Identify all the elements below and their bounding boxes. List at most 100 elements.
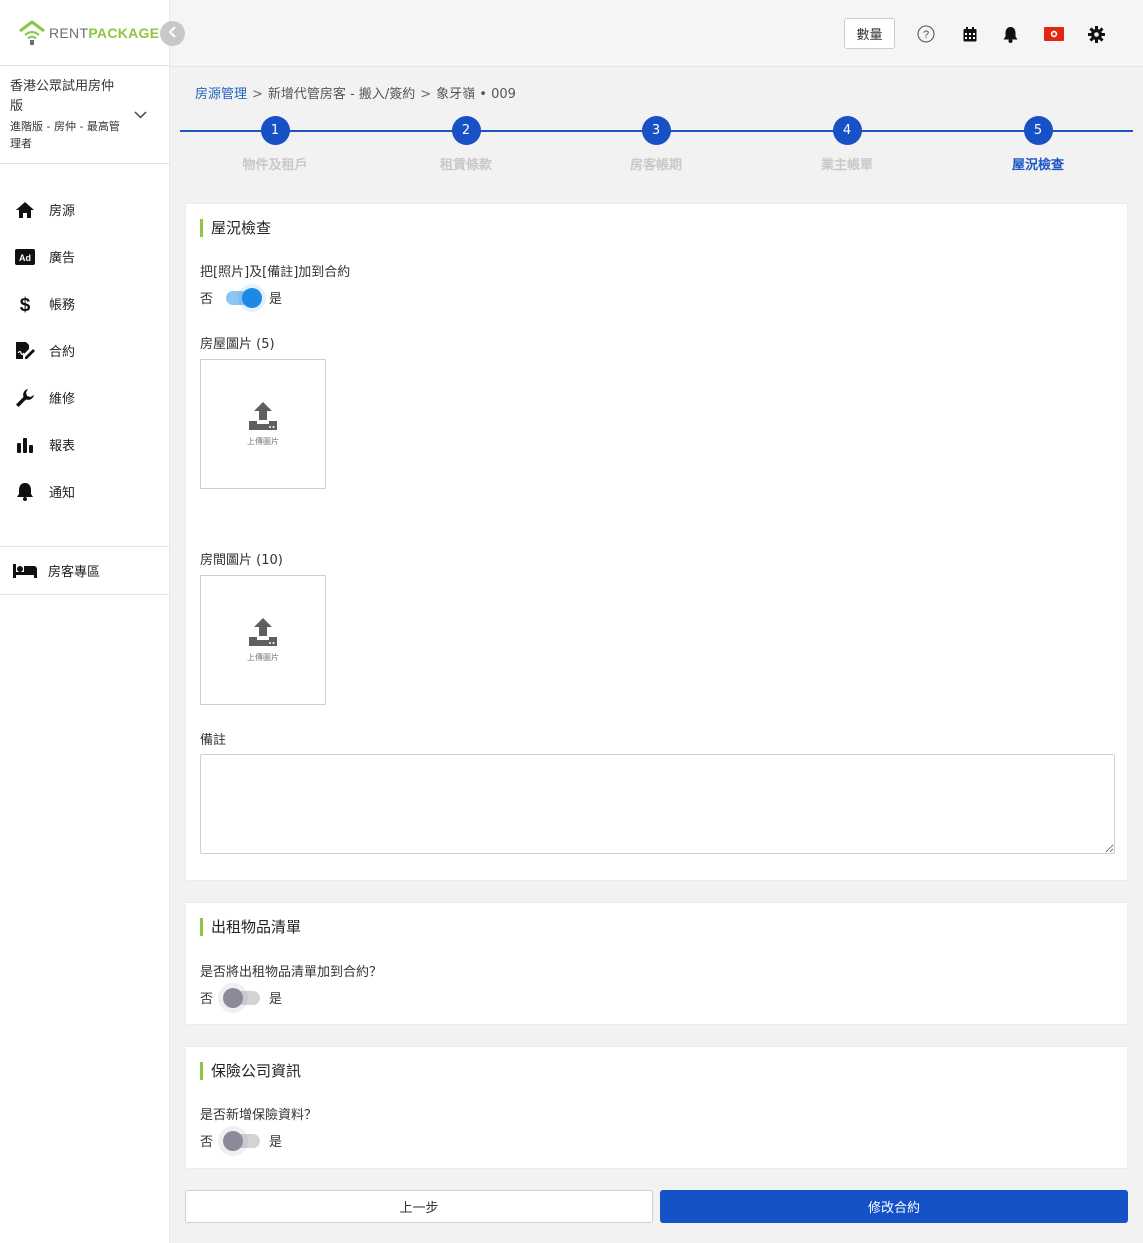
sidebar-item-label: 廣告	[49, 251, 76, 266]
toggle-yes-label: 是	[269, 992, 283, 1007]
toggle-knob	[223, 1130, 244, 1151]
breadcrumb-item: 新增代管房客 - 搬入/簽約	[267, 87, 416, 102]
home-icon	[14, 200, 36, 220]
card-title: 保險公司資訊	[200, 1062, 301, 1080]
org-name: 香港公眾試用房仲版	[10, 79, 115, 114]
toggle-yes-label: 是	[269, 292, 283, 307]
sidebar-item-reports[interactable]: 報表	[0, 421, 169, 468]
step-number: 3	[641, 116, 671, 145]
room-photos-label: 房間圖片 (10)	[200, 553, 283, 568]
rental-items-toggle-row: 否 是	[200, 987, 283, 1008]
insurance-card: 保險公司資訊 是否新增保險資料？ 否 是	[185, 1046, 1128, 1169]
rental-items-toggle[interactable]	[223, 987, 261, 1008]
flag-icon[interactable]	[1043, 24, 1065, 44]
progress-stepper: 1 物件及租戶 2 租賃條款 3 房客帳期 4 業主帳單 5 屋況檢查	[180, 116, 1133, 186]
step-number: 4	[832, 116, 862, 145]
sidebar-item-notifications[interactable]: 通知	[0, 468, 169, 515]
remarks-textarea[interactable]	[200, 754, 1115, 854]
svg-text:$: $	[20, 295, 31, 314]
svg-text:?: ?	[923, 29, 929, 41]
step-label: 租賃條款	[439, 158, 492, 173]
toggle-knob	[223, 987, 244, 1008]
breadcrumb-current: 象牙嶺 • 009	[436, 87, 516, 102]
step-label: 物件及租戶	[242, 158, 308, 173]
step-number: 5	[1023, 116, 1053, 145]
chevron-left-icon	[168, 25, 178, 42]
sidebar-item-label: 房客專區	[48, 565, 101, 580]
sidebar-item-label: 通知	[49, 486, 76, 501]
step-5[interactable]: 5 屋況檢查	[978, 116, 1098, 173]
chevron-down-icon	[134, 108, 147, 123]
bell-icon	[14, 482, 36, 502]
sidebar-item-label: 房源	[49, 204, 76, 219]
sidebar-item-tenant-zone[interactable]: 房客專區	[0, 547, 169, 595]
add-to-contract-label: 把[照片]及[備註]加到合約	[200, 265, 351, 280]
modify-contract-button[interactable]: 修改合約	[660, 1190, 1128, 1223]
toggle-no-label: 否	[200, 992, 214, 1007]
sidebar-item-ads[interactable]: Ad 廣告	[0, 233, 169, 280]
upload-label: 上傳圖片	[247, 653, 279, 662]
house-photos-upload[interactable]: 上傳圖片	[200, 359, 326, 489]
add-to-contract-toggle[interactable]	[226, 287, 263, 308]
sidebar-item-listings[interactable]: 房源	[0, 186, 169, 233]
sidebar-item-repairs[interactable]: 維修	[0, 374, 169, 421]
previous-step-button[interactable]: 上一步	[185, 1190, 653, 1223]
gear-icon[interactable]	[1086, 24, 1106, 44]
toggle-no-label: 否	[200, 1135, 214, 1150]
step-label: 屋況檢查	[1011, 158, 1064, 173]
toggle-no-label: 否	[200, 292, 214, 307]
upload-icon	[248, 617, 278, 651]
step-2[interactable]: 2 租賃條款	[406, 116, 526, 173]
room-photos-upload[interactable]: 上傳圖片	[200, 575, 326, 705]
toggle-knob	[242, 287, 263, 308]
insurance-toggle[interactable]	[223, 1130, 261, 1151]
top-bar: 數量 ?	[170, 0, 1143, 67]
sidebar-item-contracts[interactable]: 合約	[0, 327, 169, 374]
insurance-toggle-row: 否 是	[200, 1130, 283, 1151]
brand-name: RENTPACKAGE	[49, 24, 160, 41]
breadcrumb-separator: >	[252, 87, 263, 102]
upload-icon	[248, 401, 278, 435]
collapse-sidebar-button[interactable]	[160, 21, 185, 46]
breadcrumb: 房源管理 > 新增代管房客 - 搬入/簽約 > 象牙嶺 • 009	[195, 83, 516, 102]
breadcrumb-link-listings[interactable]: 房源管理	[195, 87, 247, 102]
step-number: 1	[260, 116, 290, 145]
rental-items-question: 是否將出租物品清單加到合約？	[200, 965, 383, 980]
step-3[interactable]: 3 房客帳期	[596, 116, 716, 173]
calendar-icon[interactable]	[960, 24, 980, 44]
bed-icon	[12, 561, 38, 581]
toggle-yes-label: 是	[269, 1135, 283, 1150]
house-photos-label: 房屋圖片 (5)	[200, 337, 275, 352]
bell-icon[interactable]	[1000, 24, 1020, 44]
wifi-house-icon	[18, 20, 46, 46]
dollar-icon: $	[14, 294, 36, 314]
rental-items-card: 出租物品清單 是否將出租物品清單加到合約？ 否 是	[185, 902, 1128, 1025]
sidebar-nav: 房源 Ad 廣告 $ 帳務 合約 維修 報表 通知 房客專區	[0, 164, 169, 595]
logo[interactable]: RENTPACKAGE	[0, 0, 169, 66]
step-1[interactable]: 1 物件及租戶	[215, 116, 335, 173]
ad-icon: Ad	[14, 247, 36, 267]
quantity-button[interactable]: 數量	[844, 18, 895, 49]
sidebar-item-label: 帳務	[49, 298, 76, 313]
inspection-card: 屋況檢查 把[照片]及[備註]加到合約 否 是 房屋圖片 (5) 上傳圖片 房間…	[185, 203, 1128, 881]
step-4[interactable]: 4 業主帳單	[787, 116, 907, 173]
help-icon[interactable]: ?	[916, 24, 936, 44]
step-number: 2	[451, 116, 481, 145]
step-label: 房客帳期	[629, 158, 682, 173]
card-title: 屋況檢查	[200, 219, 271, 237]
step-label: 業主帳單	[820, 158, 873, 173]
svg-text:Ad: Ad	[19, 253, 31, 263]
insurance-question: 是否新增保險資料？	[200, 1108, 318, 1123]
breadcrumb-separator: >	[420, 87, 432, 102]
sidebar-item-label: 合約	[49, 345, 76, 360]
add-to-contract-toggle-row: 否 是	[200, 287, 283, 308]
upload-label: 上傳圖片	[247, 437, 279, 446]
bar-chart-icon	[14, 435, 36, 455]
sidebar-item-accounts[interactable]: $ 帳務	[0, 280, 169, 327]
remarks-label: 備註	[200, 733, 227, 748]
card-title: 出租物品清單	[200, 918, 301, 936]
org-switcher[interactable]: 香港公眾試用房仲版 進階版 - 房仲 - 最高管理者	[0, 66, 169, 164]
contract-icon	[14, 341, 36, 361]
sidebar-item-label: 維修	[49, 392, 76, 407]
sidebar: RENTPACKAGE 香港公眾試用房仲版 進階版 - 房仲 - 最高管理者 房…	[0, 0, 185, 1243]
